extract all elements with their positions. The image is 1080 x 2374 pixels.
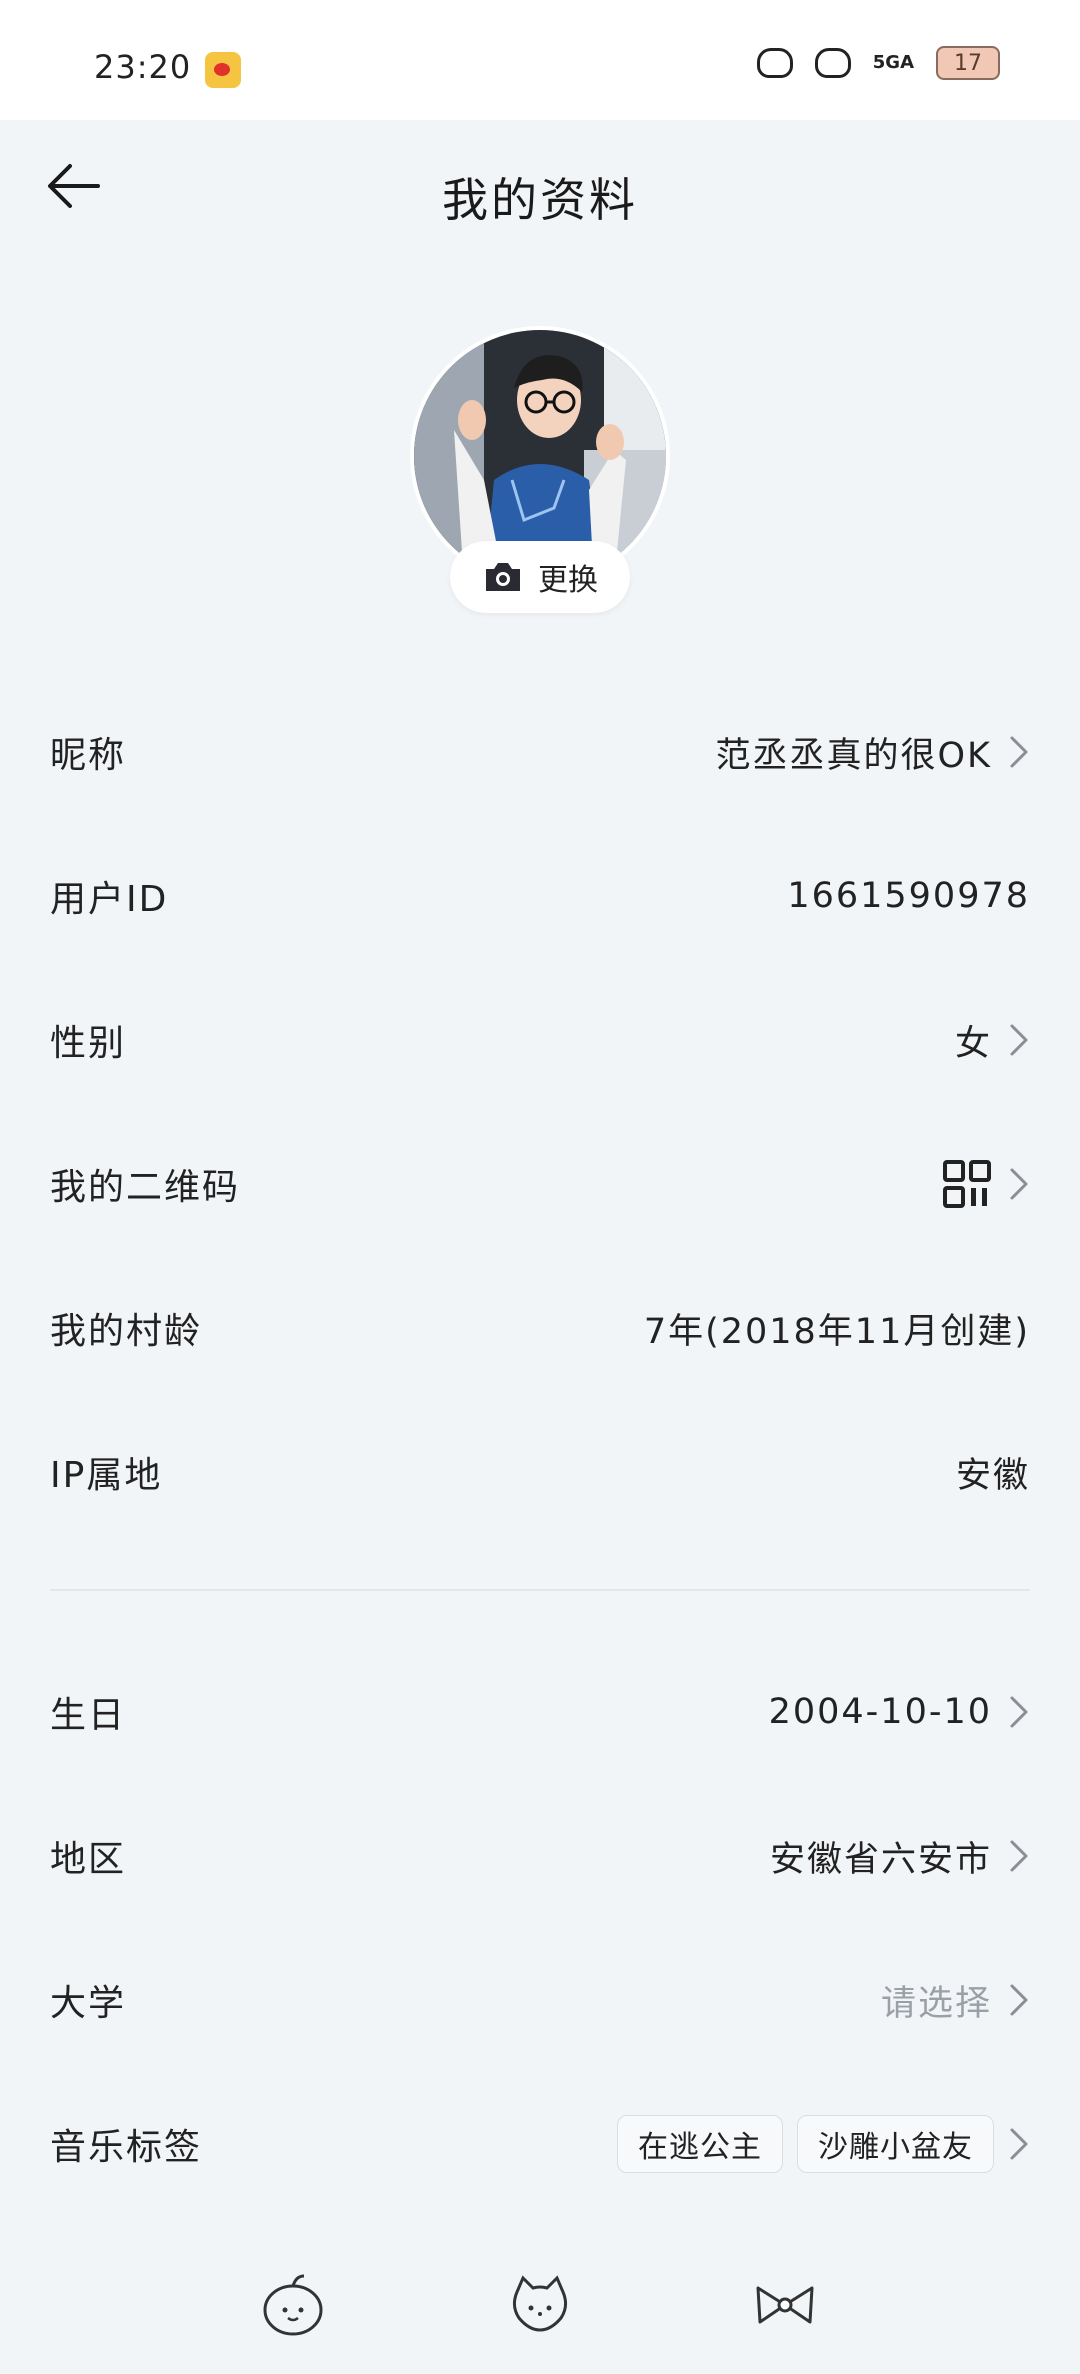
user-id-value: 1661590978 bbox=[787, 876, 1030, 916]
region-value: 安徽省六安市 bbox=[769, 1839, 992, 1880]
region-row[interactable]: 地区 安徽省六安市 bbox=[50, 1816, 1030, 1896]
gender-value: 女 bbox=[954, 1023, 992, 1064]
chevron-right-icon bbox=[1010, 2128, 1028, 2160]
chevron-right-icon bbox=[1010, 1840, 1028, 1872]
account-age-row: 我的村龄 7年(2018年11月创建) bbox=[50, 1288, 1030, 1368]
ip-location-value: 安徽 bbox=[955, 1455, 1030, 1496]
page-header: 我的资料 bbox=[0, 120, 1080, 260]
row-label: IP属地 bbox=[50, 1455, 163, 1496]
user-id-row: 用户ID 1661590978 bbox=[50, 856, 1030, 936]
row-label: 大学 bbox=[50, 1983, 127, 2024]
qr-code-icon bbox=[943, 1160, 991, 1208]
nickname-row[interactable]: 昵称 范丞丞真的很OK bbox=[50, 712, 1030, 792]
birthday-value: 2004-10-10 bbox=[768, 1692, 992, 1732]
change-avatar-label: 更换 bbox=[538, 563, 598, 598]
music-tag[interactable]: 在逃公主 bbox=[617, 2115, 783, 2173]
chevron-right-icon bbox=[1010, 736, 1028, 768]
row-label: 我的二维码 bbox=[50, 1167, 241, 1208]
chevron-right-icon bbox=[1010, 1024, 1028, 1056]
bottom-stickers bbox=[0, 2270, 1080, 2340]
chevron-right-icon bbox=[1010, 1696, 1028, 1728]
row-label: 地区 bbox=[50, 1839, 127, 1880]
row-label: 音乐标签 bbox=[50, 2127, 203, 2168]
page-title: 我的资料 bbox=[442, 173, 638, 227]
bow-sticker-icon bbox=[756, 2286, 814, 2324]
weibo-notification-icon bbox=[205, 52, 241, 88]
row-label: 性别 bbox=[50, 1023, 127, 1064]
change-avatar-button[interactable]: 更换 bbox=[450, 541, 630, 613]
music-tags-row[interactable]: 音乐标签 在逃公主 沙雕小盆友 bbox=[50, 2104, 1030, 2184]
section-divider bbox=[50, 1589, 1030, 1591]
wifi-icon bbox=[814, 48, 851, 78]
birthday-row[interactable]: 生日 2004-10-10 bbox=[50, 1672, 1030, 1752]
ip-location-row: IP属地 安徽 bbox=[50, 1432, 1030, 1512]
camera-icon bbox=[486, 563, 520, 591]
account-age-value: 7年(2018年11月创建) bbox=[643, 1311, 1030, 1352]
status-icons: 5GA 17 bbox=[756, 46, 1000, 80]
nickname-value: 范丞丞真的很OK bbox=[715, 735, 992, 776]
signal-label: 5GA bbox=[872, 52, 914, 73]
kitty-sticker-icon bbox=[512, 2275, 568, 2332]
chevron-right-icon bbox=[1010, 1984, 1028, 2016]
university-placeholder: 请选择 bbox=[880, 1983, 992, 2024]
bunny-icon bbox=[756, 48, 793, 78]
battery-indicator: 17 bbox=[936, 46, 1000, 80]
avatar-section: 更换 bbox=[410, 326, 670, 616]
row-label: 我的村龄 bbox=[50, 1311, 203, 1352]
row-label: 用户ID bbox=[50, 879, 169, 920]
status-time: 23:20 bbox=[94, 48, 192, 86]
gender-row[interactable]: 性别 女 bbox=[50, 1000, 1030, 1080]
apple-sticker-icon bbox=[263, 2274, 323, 2336]
row-label: 昵称 bbox=[50, 735, 127, 776]
row-label: 生日 bbox=[50, 1695, 127, 1736]
qr-code-row[interactable]: 我的二维码 bbox=[50, 1144, 1030, 1224]
music-tag[interactable]: 沙雕小盆友 bbox=[797, 2115, 994, 2173]
university-row[interactable]: 大学 请选择 bbox=[50, 1960, 1030, 2040]
chevron-right-icon bbox=[1010, 1168, 1028, 1200]
status-bar: 23:20 5GA 17 bbox=[0, 0, 1080, 120]
